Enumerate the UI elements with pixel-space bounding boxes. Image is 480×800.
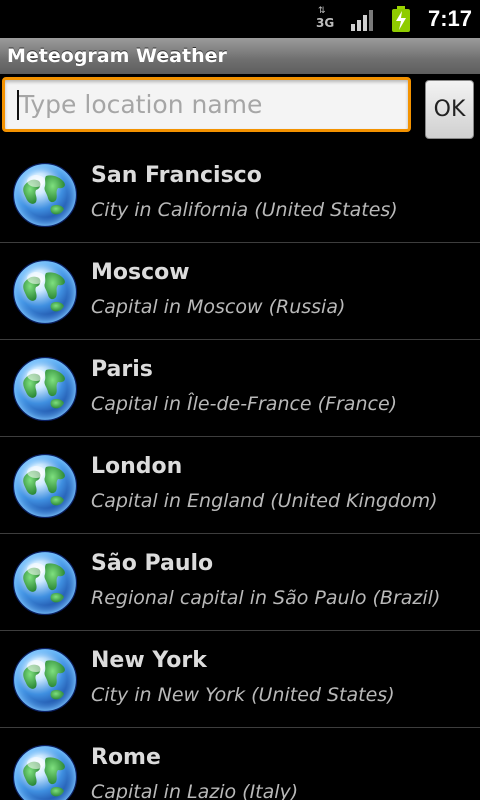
text-cursor [17,90,19,120]
location-list-item[interactable]: New York City in New York (United States… [0,631,480,728]
status-bar: ⇅ 3G 7:17 [0,0,480,38]
location-description: City in California (United States) [91,199,398,221]
location-list-item[interactable]: San Francisco City in California (United… [0,146,480,243]
location-list-item[interactable]: Moscow Capital in Moscow (Russia) [0,243,480,340]
network-type-label: 3G [316,16,335,30]
location-list-item[interactable]: São Paulo Regional capital in São Paulo … [0,534,480,631]
location-name: São Paulo [91,551,214,576]
location-name: San Francisco [91,163,262,188]
globe-icon [12,162,78,228]
location-search-input[interactable] [2,77,411,132]
app-title: Meteogram Weather [7,45,227,67]
globe-icon [12,744,78,800]
location-list-item[interactable]: Rome Capital in Lazio (Italy) [0,728,480,800]
signal-icon [351,10,373,31]
data-arrows: ⇅ [318,6,325,16]
location-name: Rome [91,745,161,770]
location-description: Regional capital in São Paulo (Brazil) [91,587,441,609]
globe-icon [12,356,78,422]
globe-icon [12,453,78,519]
location-name: Moscow [91,260,190,285]
location-name: Paris [91,357,153,382]
battery-charging-icon [392,6,410,32]
location-description: City in New York (United States) [91,684,395,706]
location-description: Capital in Île-de-France (France) [91,393,398,415]
location-list-item[interactable]: London Capital in England (United Kingdo… [0,437,480,534]
status-clock: 7:17 [428,6,473,31]
ok-button[interactable]: OK [425,80,474,139]
location-name: New York [91,648,207,673]
app-title-bar: Meteogram Weather [0,38,480,74]
location-description: Capital in Lazio (Italy) [91,781,299,800]
search-area: OK [0,74,480,142]
globe-icon [12,550,78,616]
location-description: Capital in Moscow (Russia) [91,296,346,318]
location-list[interactable]: San Francisco City in California (United… [0,146,480,800]
location-name: London [91,454,183,479]
location-list-item[interactable]: Paris Capital in Île-de-France (France) [0,340,480,437]
globe-icon [12,259,78,325]
network-3g-icon: ⇅ 3G [315,7,335,31]
location-description: Capital in England (United Kingdom) [91,490,438,512]
globe-icon [12,647,78,713]
